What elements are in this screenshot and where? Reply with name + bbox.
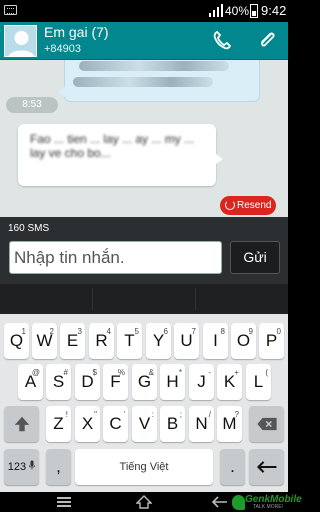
key-y[interactable]: 6Y <box>146 323 171 359</box>
incoming-message-bubble[interactable] <box>58 60 260 102</box>
key-i[interactable]: 8I <box>203 323 228 359</box>
key-e[interactable]: 3E <box>60 323 85 359</box>
backspace-key[interactable] <box>249 406 284 442</box>
character-counter: 160 SMS <box>8 223 49 234</box>
contact-number: +84903 <box>44 43 82 55</box>
key-u[interactable]: 7U <box>174 323 199 359</box>
message-input[interactable]: Nhập tin nhắn. <box>9 241 222 274</box>
symbols-label: 123 <box>7 461 27 473</box>
enter-icon <box>256 461 276 473</box>
refresh-icon <box>225 200 235 210</box>
key-b[interactable]: ; B <box>160 406 185 442</box>
watermark-tagline: TALK MORE! <box>253 504 283 510</box>
key-d[interactable]: $ D <box>75 364 100 400</box>
message-list[interactable]: 8:53 Fao ... tien ... lay ... ay ... my … <box>0 60 288 217</box>
key-h[interactable]: * H <box>160 364 185 400</box>
person-icon <box>8 31 35 56</box>
paperclip-icon <box>261 32 275 47</box>
outgoing-message-text: Fao ... tien ... lay ... ay ... my ... l… <box>30 132 195 160</box>
contact-name[interactable]: Em gai (7) <box>44 24 109 40</box>
period-key[interactable]: . <box>220 449 245 485</box>
key-s[interactable]: # S <box>46 364 71 400</box>
battery-percent: 40% <box>225 4 250 18</box>
call-button[interactable] <box>209 27 235 53</box>
key-q[interactable]: 1Q <box>4 323 29 359</box>
key-l[interactable]: (L <box>246 364 271 400</box>
attach-button[interactable] <box>254 27 280 53</box>
key-j[interactable]: -J <box>189 364 214 400</box>
status-bar: 40% 9:42 <box>0 0 288 22</box>
key-a[interactable]: @ A <box>18 364 43 400</box>
menu-icon[interactable] <box>57 497 71 507</box>
char-count: 160 <box>8 223 25 234</box>
key-g[interactable]: & G <box>132 364 157 400</box>
key-r[interactable]: 4R <box>89 323 114 359</box>
home-icon[interactable] <box>136 495 152 509</box>
key-x[interactable]: " X <box>75 406 100 442</box>
key-z[interactable]: ! Z <box>46 406 71 442</box>
conversation-header: Em gai (7) +84903 <box>0 22 288 60</box>
signal-icon <box>209 4 223 17</box>
key-p[interactable]: 0P <box>259 323 284 359</box>
key-f[interactable]: % F <box>103 364 128 400</box>
resend-label: Resend <box>237 200 272 211</box>
comma-key[interactable]: , <box>46 449 71 485</box>
key-t[interactable]: 5T <box>117 323 142 359</box>
key-w[interactable]: 2W <box>32 323 57 359</box>
char-count-label: SMS <box>27 223 50 234</box>
clock: 9:42 <box>261 3 287 18</box>
logo-icon <box>232 495 245 510</box>
watermark-logo: GenkMobile TALK MORE! <box>232 494 302 512</box>
space-key[interactable]: Tiếng Việt <box>75 449 213 485</box>
contact-avatar[interactable] <box>4 25 37 57</box>
suggestion-strip <box>0 284 288 314</box>
key-c[interactable]: ' C <box>103 406 128 442</box>
key-v[interactable]: :V <box>132 406 157 442</box>
composer: 160 SMS Nhập tin nhắn. Gửi <box>0 217 288 284</box>
microphone-icon <box>28 460 36 470</box>
back-icon[interactable] <box>212 496 228 508</box>
shift-key[interactable] <box>4 406 39 442</box>
message-timestamp: 8:53 <box>6 97 58 113</box>
outgoing-message-bubble[interactable]: Fao ... tien ... lay ... ay ... my ... l… <box>18 124 223 186</box>
key-m[interactable]: ? M <box>217 406 242 442</box>
battery-icon <box>250 4 258 18</box>
send-button[interactable]: Gửi <box>230 241 280 274</box>
keyboard: 1Q 2W 3E 4R 5T 6Y 7U 8I 9O 0P @ A # S $ D %… <box>0 314 288 492</box>
key-k[interactable]: + K <box>217 364 242 400</box>
key-o[interactable]: 9O <box>231 323 256 359</box>
resend-button[interactable]: Resend <box>220 196 276 215</box>
shift-icon <box>14 416 29 432</box>
enter-key[interactable] <box>249 449 284 485</box>
key-n[interactable]: / N <box>189 406 214 442</box>
symbols-key[interactable]: 123 <box>4 449 39 485</box>
keyboard-icon <box>4 5 17 15</box>
phone-icon <box>213 30 232 50</box>
backspace-icon <box>256 417 277 431</box>
